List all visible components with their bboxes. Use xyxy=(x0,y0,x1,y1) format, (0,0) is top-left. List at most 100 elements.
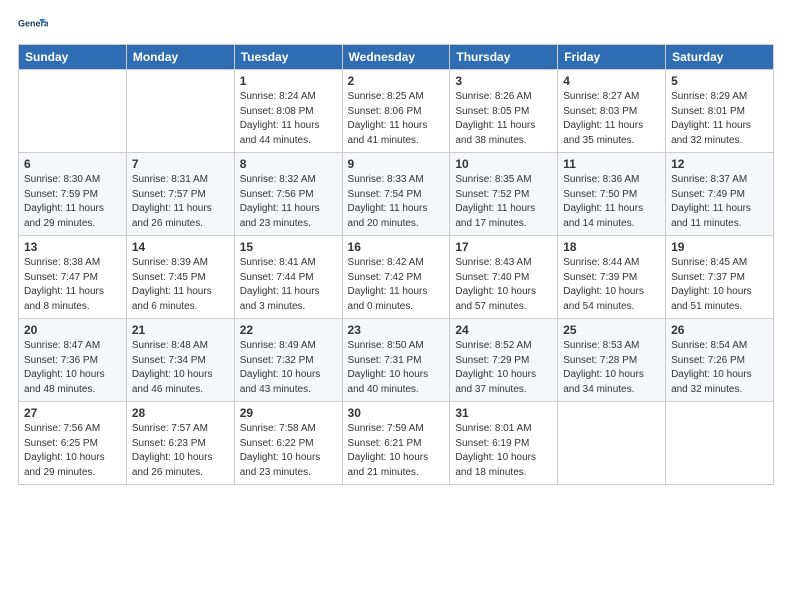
calendar-cell: 23 Sunrise: 8:50 AM Sunset: 7:31 PM Dayli… xyxy=(342,319,450,402)
day-number: 2 xyxy=(348,74,445,88)
weekday-header-row: SundayMondayTuesdayWednesdayThursdayFrid… xyxy=(19,45,774,70)
calendar-cell xyxy=(126,70,234,153)
day-number: 24 xyxy=(455,323,552,337)
weekday-header-friday: Friday xyxy=(558,45,666,70)
day-info: Sunrise: 7:59 AM Sunset: 6:21 PM Dayligh… xyxy=(348,422,445,480)
day-info: Sunrise: 8:01 AM Sunset: 6:19 PM Dayligh… xyxy=(455,422,552,480)
calendar-cell: 28Sunrise: 7:57 AM Sunset: 6:23 PM Dayli… xyxy=(126,402,234,485)
day-number: 7 xyxy=(132,157,229,171)
calendar-cell: 6 Sunrise: 8:30 AM Sunset: 7:59 PM Daylig… xyxy=(19,153,127,236)
calendar-cell: 12Sunrise: 8:37 AM Sunset: 7:49 PM Dayli… xyxy=(666,153,774,236)
day-info: Sunrise: 8:32 AM Sunset: 7:56 PM Dayligh… xyxy=(240,173,337,231)
day-number: 21 xyxy=(132,323,229,337)
day-info: Sunrise: 8:36 AM Sunset: 7:50 PM Dayligh… xyxy=(563,173,660,231)
day-info: Sunrise: 8:52 AM Sunset: 7:29 PM Dayligh… xyxy=(455,339,552,397)
day-number: 16 xyxy=(348,240,445,254)
calendar-cell: 18 Sunrise: 8:44 AM Sunset: 7:39 PM Dayli… xyxy=(558,236,666,319)
day-number: 30 xyxy=(348,406,445,420)
day-info: Sunrise: 8:37 AM Sunset: 7:49 PM Dayligh… xyxy=(671,173,768,231)
day-info: Sunrise: 8:26 AM Sunset: 8:05 PM Dayligh… xyxy=(455,90,552,148)
day-number: 22 xyxy=(240,323,337,337)
day-number: 8 xyxy=(240,157,337,171)
day-number: 1 xyxy=(240,74,337,88)
calendar-cell: 20 Sunrise: 8:47 AM Sunset: 7:36 PM Dayli… xyxy=(19,319,127,402)
calendar-cell: 26Sunrise: 8:54 AM Sunset: 7:26 PM Dayli… xyxy=(666,319,774,402)
calendar-week-3: 13 Sunrise: 8:38 AM Sunset: 7:47 PM Dayli… xyxy=(19,236,774,319)
day-number: 5 xyxy=(671,74,768,88)
day-number: 13 xyxy=(24,240,121,254)
day-info: Sunrise: 8:47 AM Sunset: 7:36 PM Dayligh… xyxy=(24,339,121,397)
logo: General xyxy=(18,16,48,34)
day-number: 20 xyxy=(24,323,121,337)
calendar-cell: 4 Sunrise: 8:27 AM Sunset: 8:03 PM Daylig… xyxy=(558,70,666,153)
weekday-header-wednesday: Wednesday xyxy=(342,45,450,70)
day-info: Sunrise: 8:54 AM Sunset: 7:26 PM Dayligh… xyxy=(671,339,768,397)
calendar-cell: 9 Sunrise: 8:33 AM Sunset: 7:54 PM Daylig… xyxy=(342,153,450,236)
logo-icon: General xyxy=(18,16,48,34)
weekday-header-saturday: Saturday xyxy=(666,45,774,70)
calendar-cell: 19 Sunrise: 8:45 AM Sunset: 7:37 PM Dayli… xyxy=(666,236,774,319)
day-info: Sunrise: 8:53 AM Sunset: 7:28 PM Dayligh… xyxy=(563,339,660,397)
calendar-cell: 29 Sunrise: 7:58 AM Sunset: 6:22 PM Dayli… xyxy=(234,402,342,485)
day-info: Sunrise: 8:33 AM Sunset: 7:54 PM Dayligh… xyxy=(348,173,445,231)
day-info: Sunrise: 8:41 AM Sunset: 7:44 PM Dayligh… xyxy=(240,256,337,314)
calendar-week-4: 20 Sunrise: 8:47 AM Sunset: 7:36 PM Dayli… xyxy=(19,319,774,402)
day-number: 3 xyxy=(455,74,552,88)
calendar-cell: 5Sunrise: 8:29 AM Sunset: 8:01 PM Daylig… xyxy=(666,70,774,153)
calendar-cell: 14 Sunrise: 8:39 AM Sunset: 7:45 PM Dayli… xyxy=(126,236,234,319)
day-number: 28 xyxy=(132,406,229,420)
day-number: 10 xyxy=(455,157,552,171)
calendar-cell: 11 Sunrise: 8:36 AM Sunset: 7:50 PM Dayli… xyxy=(558,153,666,236)
day-number: 15 xyxy=(240,240,337,254)
calendar-cell: 3 Sunrise: 8:26 AM Sunset: 8:05 PM Daylig… xyxy=(450,70,558,153)
calendar-week-2: 6 Sunrise: 8:30 AM Sunset: 7:59 PM Daylig… xyxy=(19,153,774,236)
day-number: 29 xyxy=(240,406,337,420)
day-info: Sunrise: 8:49 AM Sunset: 7:32 PM Dayligh… xyxy=(240,339,337,397)
calendar-cell xyxy=(19,70,127,153)
day-info: Sunrise: 8:27 AM Sunset: 8:03 PM Dayligh… xyxy=(563,90,660,148)
day-number: 18 xyxy=(563,240,660,254)
day-info: Sunrise: 8:24 AM Sunset: 8:08 PM Dayligh… xyxy=(240,90,337,148)
calendar-cell: 10 Sunrise: 8:35 AM Sunset: 7:52 PM Dayli… xyxy=(450,153,558,236)
calendar-page: General SundayMondayTuesdayWednesdayThur… xyxy=(0,0,792,612)
day-number: 23 xyxy=(348,323,445,337)
day-info: Sunrise: 8:38 AM Sunset: 7:47 PM Dayligh… xyxy=(24,256,121,314)
calendar-cell: 16Sunrise: 8:42 AM Sunset: 7:42 PM Dayli… xyxy=(342,236,450,319)
calendar-cell: 8 Sunrise: 8:32 AM Sunset: 7:56 PM Daylig… xyxy=(234,153,342,236)
day-number: 19 xyxy=(671,240,768,254)
calendar-cell: 30 Sunrise: 7:59 AM Sunset: 6:21 PM Dayli… xyxy=(342,402,450,485)
day-info: Sunrise: 8:35 AM Sunset: 7:52 PM Dayligh… xyxy=(455,173,552,231)
calendar-cell: 21 Sunrise: 8:48 AM Sunset: 7:34 PM Dayli… xyxy=(126,319,234,402)
day-info: Sunrise: 8:43 AM Sunset: 7:40 PM Dayligh… xyxy=(455,256,552,314)
day-info: Sunrise: 7:56 AM Sunset: 6:25 PM Dayligh… xyxy=(24,422,121,480)
day-info: Sunrise: 8:44 AM Sunset: 7:39 PM Dayligh… xyxy=(563,256,660,314)
calendar-cell: 17Sunrise: 8:43 AM Sunset: 7:40 PM Dayli… xyxy=(450,236,558,319)
calendar-cell: 31Sunrise: 8:01 AM Sunset: 6:19 PM Dayli… xyxy=(450,402,558,485)
calendar-cell: 22 Sunrise: 8:49 AM Sunset: 7:32 PM Dayli… xyxy=(234,319,342,402)
day-number: 6 xyxy=(24,157,121,171)
calendar-cell xyxy=(666,402,774,485)
day-info: Sunrise: 8:39 AM Sunset: 7:45 PM Dayligh… xyxy=(132,256,229,314)
day-number: 27 xyxy=(24,406,121,420)
day-info: Sunrise: 8:31 AM Sunset: 7:57 PM Dayligh… xyxy=(132,173,229,231)
day-info: Sunrise: 8:30 AM Sunset: 7:59 PM Dayligh… xyxy=(24,173,121,231)
weekday-header-tuesday: Tuesday xyxy=(234,45,342,70)
day-number: 14 xyxy=(132,240,229,254)
calendar-cell xyxy=(558,402,666,485)
calendar-table: SundayMondayTuesdayWednesdayThursdayFrid… xyxy=(18,44,774,485)
header: General xyxy=(18,16,774,34)
calendar-cell: 1 Sunrise: 8:24 AM Sunset: 8:08 PM Daylig… xyxy=(234,70,342,153)
calendar-cell: 13 Sunrise: 8:38 AM Sunset: 7:47 PM Dayli… xyxy=(19,236,127,319)
day-info: Sunrise: 8:50 AM Sunset: 7:31 PM Dayligh… xyxy=(348,339,445,397)
day-info: Sunrise: 8:25 AM Sunset: 8:06 PM Dayligh… xyxy=(348,90,445,148)
calendar-cell: 2 Sunrise: 8:25 AM Sunset: 8:06 PM Daylig… xyxy=(342,70,450,153)
day-number: 4 xyxy=(563,74,660,88)
day-number: 11 xyxy=(563,157,660,171)
day-number: 9 xyxy=(348,157,445,171)
day-info: Sunrise: 8:45 AM Sunset: 7:37 PM Dayligh… xyxy=(671,256,768,314)
day-info: Sunrise: 7:58 AM Sunset: 6:22 PM Dayligh… xyxy=(240,422,337,480)
weekday-header-sunday: Sunday xyxy=(19,45,127,70)
day-number: 25 xyxy=(563,323,660,337)
calendar-cell: 15 Sunrise: 8:41 AM Sunset: 7:44 PM Dayli… xyxy=(234,236,342,319)
day-info: Sunrise: 8:48 AM Sunset: 7:34 PM Dayligh… xyxy=(132,339,229,397)
